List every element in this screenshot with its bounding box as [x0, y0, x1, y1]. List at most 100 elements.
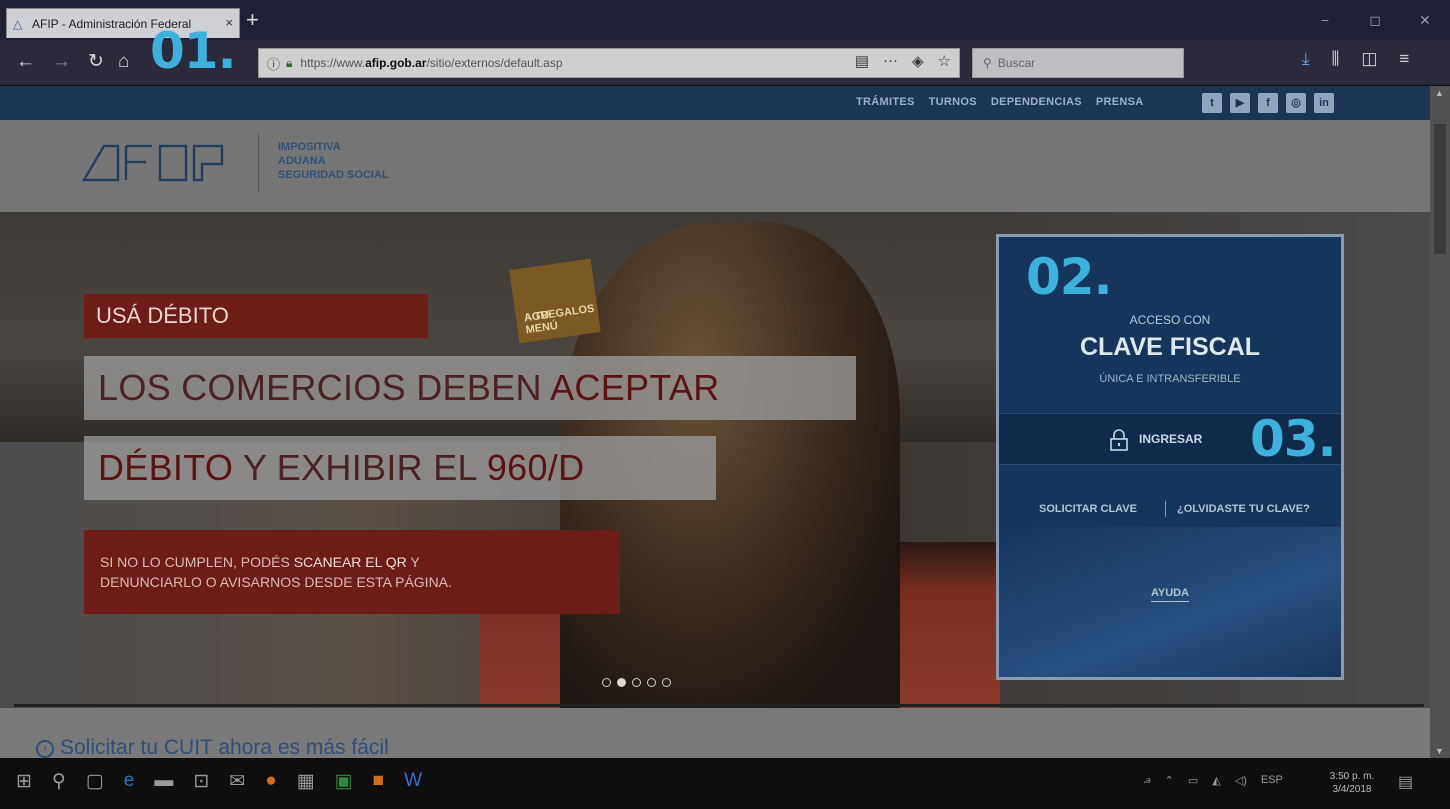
maximize-icon[interactable]: ◻	[1350, 0, 1400, 40]
tray-chevron-icon[interactable]: ⌃	[1165, 774, 1174, 787]
twitter-icon[interactable]: t	[1202, 93, 1222, 113]
forward-icon[interactable]: →	[52, 50, 71, 74]
logo-separator	[258, 134, 259, 192]
people-icon[interactable]: ꭿ	[1144, 774, 1151, 787]
hero-menu-sign: AGREGALOS A TU MENÚ	[509, 258, 601, 344]
search-input[interactable]: ⚲ Buscar	[972, 48, 1184, 78]
carousel-dot[interactable]	[632, 678, 641, 687]
url-text: https://www.afip.gob.ar/sitio/externos/d…	[300, 56, 563, 70]
lock-icon	[1110, 429, 1128, 451]
calendar-icon[interactable]: ▦	[297, 770, 315, 793]
reader-view-icon[interactable]: ▤	[855, 52, 869, 70]
afip-favicon-icon: △	[13, 16, 23, 31]
acceso-label: ACCESO CON	[1129, 313, 1211, 327]
edge-icon[interactable]: e	[124, 770, 135, 793]
link-separator	[1165, 501, 1166, 517]
brand-lines: IMPOSITIVA ADUANA SEGURIDAD SOCIAL	[278, 140, 389, 182]
minimize-icon[interactable]: −	[1300, 0, 1350, 40]
menu-icon[interactable]: ≡	[1399, 49, 1409, 69]
file-explorer-icon[interactable]: ▬	[154, 770, 173, 793]
battery-icon[interactable]: ▭	[1188, 774, 1198, 787]
windows-start-icon[interactable]: ⊞	[16, 770, 32, 793]
site-header: IMPOSITIVA ADUANA SEGURIDAD SOCIAL	[0, 120, 1430, 212]
taskbar-clock[interactable]: 3:50 p. m. 3/4/2018	[1322, 770, 1382, 796]
notifications-icon[interactable]: ▤	[1398, 772, 1413, 792]
sidebar-icon[interactable]: ◫	[1361, 49, 1377, 69]
carousel-dot[interactable]	[662, 678, 671, 687]
site-info-icon[interactable]: ⓘ	[267, 54, 280, 73]
search-icon: ⚲	[983, 56, 992, 70]
volume-icon[interactable]: ◁)	[1235, 774, 1247, 787]
search-icon[interactable]: ⚲	[52, 770, 66, 793]
social-links: t ▶ f ◎ in	[1202, 93, 1334, 113]
ingresar-label: INGRESAR	[1139, 432, 1203, 446]
window-controls: − ◻ ✕	[1300, 0, 1450, 40]
task-view-icon[interactable]: ▢	[86, 770, 104, 793]
facebook-icon[interactable]: f	[1258, 93, 1278, 113]
language-indicator[interactable]: ESP	[1261, 774, 1283, 787]
screen: △ AFIP - Administración Federal × + − ◻ …	[0, 0, 1450, 809]
youtube-icon[interactable]: ▶	[1230, 93, 1250, 113]
browser-toolbar: ⤓ ⫼ ◫ ≡	[1302, 49, 1409, 69]
instagram-icon[interactable]: ◎	[1286, 93, 1306, 113]
linkedin-icon[interactable]: in	[1314, 93, 1334, 113]
mail-icon[interactable]: ✉	[229, 770, 245, 793]
search-placeholder: Buscar	[997, 56, 1036, 70]
new-tab-button[interactable]: +	[246, 6, 259, 34]
site-top-strip: TRÁMITES TURNOS DEPENDENCIAS PRENSA t ▶ …	[0, 86, 1430, 120]
excel-icon[interactable]: ▣	[335, 770, 353, 793]
windows-taskbar: ⊞ ⚲ ▢ e ▬ ⊡ ✉ ● ▦ ▣ ■ W ꭿ ⌃ ▭ ◭ ◁) ESP 3…	[0, 758, 1450, 809]
taskbar-apps: ⊞ ⚲ ▢ e ▬ ⊡ ✉ ● ▦ ▣ ■ W	[16, 770, 422, 793]
download-icon[interactable]: ⤓	[1302, 49, 1310, 69]
olvidaste-clave-link[interactable]: ¿OLVIDASTE TU CLAVE?	[1177, 503, 1310, 515]
annotation-02: 02.	[1026, 248, 1113, 306]
cuit-link[interactable]: › Solicitar tu CUIT ahora es más fácil	[36, 736, 389, 760]
hero-subtext: SI NO LO CUMPLEN, PODÉS SCANEAR EL QR Y …	[84, 530, 620, 614]
word-icon[interactable]: W	[404, 770, 422, 793]
hero-headline-line2: DÉBITO Y EXHIBIR EL 960/D	[84, 436, 716, 500]
chevron-right-circle-icon: ›	[36, 740, 54, 758]
scroll-up-icon[interactable]: ▲	[1435, 88, 1444, 98]
url-actions: ▤ ··· ◈ ☆	[855, 52, 951, 70]
powerpoint-icon[interactable]: ■	[373, 770, 384, 793]
nav-turnos[interactable]: TURNOS	[929, 96, 977, 108]
url-bar[interactable]: ⓘ 🔒︎ https://www.afip.gob.ar/sitio/exter…	[258, 48, 960, 78]
brand-aduana: ADUANA	[278, 155, 326, 167]
ayuda-link[interactable]: AYUDA	[999, 587, 1341, 602]
clock-time: 3:50 p. m.	[1329, 771, 1375, 782]
page-scrollbar[interactable]: ▲ ▼	[1430, 86, 1450, 758]
clave-fiscal-title: CLAVE FISCAL	[1079, 333, 1261, 361]
annotation-03: 03.	[1250, 410, 1337, 468]
pocket-icon[interactable]: ◈	[912, 52, 924, 70]
reload-icon[interactable]: ↻	[88, 50, 104, 74]
nav-prensa[interactable]: PRENSA	[1096, 96, 1144, 108]
scrollbar-thumb[interactable]	[1434, 124, 1446, 254]
brand-seguridad-social: SEGURIDAD SOCIAL	[278, 169, 389, 181]
back-icon[interactable]: ←	[16, 50, 35, 74]
annotation-01: 01.	[150, 22, 237, 80]
section-divider	[14, 704, 1424, 707]
unica-label: ÚNICA E INTRANSFERIBLE	[1099, 373, 1241, 385]
bookmark-star-icon[interactable]: ☆	[938, 52, 951, 70]
panel-background-texture	[999, 527, 1341, 677]
lock-icon: 🔒︎	[286, 55, 293, 70]
nav-tramites[interactable]: TRÁMITES	[856, 96, 915, 108]
clock-date: 3/4/2018	[1332, 784, 1372, 795]
scroll-down-icon[interactable]: ▼	[1435, 746, 1444, 756]
solicitar-clave-link[interactable]: SOLICITAR CLAVE	[1039, 503, 1137, 515]
store-icon[interactable]: ⊡	[193, 770, 209, 793]
carousel-dot-active[interactable]	[617, 678, 626, 687]
page-actions-icon[interactable]: ···	[883, 52, 898, 70]
firefox-icon[interactable]: ●	[265, 770, 276, 793]
library-icon[interactable]: ⫼	[1332, 49, 1340, 69]
home-icon[interactable]: ⌂	[118, 50, 129, 74]
carousel-dot[interactable]	[602, 678, 611, 687]
site-nav: TRÁMITES TURNOS DEPENDENCIAS PRENSA	[856, 96, 1144, 108]
brand-impositiva: IMPOSITIVA	[278, 141, 341, 153]
carousel-dot[interactable]	[647, 678, 656, 687]
hero-headline-line1: LOS COMERCIOS DEBEN ACEPTAR	[84, 356, 856, 420]
afip-logo[interactable]	[82, 140, 238, 184]
nav-dependencias[interactable]: DEPENDENCIAS	[991, 96, 1082, 108]
close-window-icon[interactable]: ✕	[1400, 0, 1450, 40]
network-icon[interactable]: ◭	[1212, 774, 1220, 787]
